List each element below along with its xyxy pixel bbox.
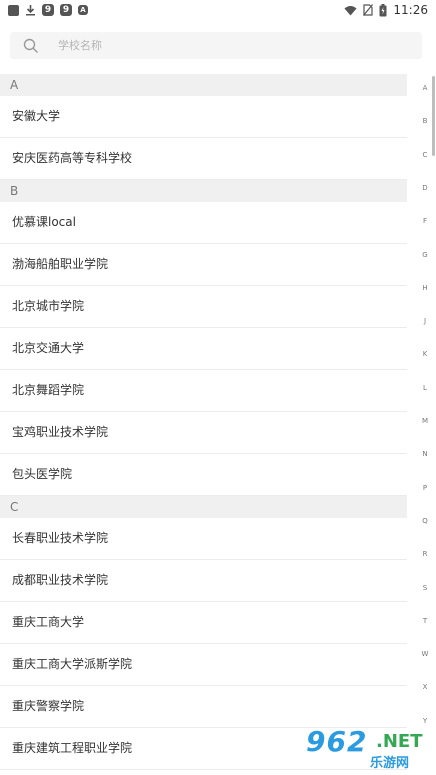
index-letter[interactable]: Q xyxy=(418,517,432,525)
index-letter[interactable]: Y xyxy=(418,717,432,725)
status-right: 11:26 xyxy=(344,3,428,17)
status-left: 9 9 A xyxy=(8,4,88,16)
index-letter[interactable]: X xyxy=(418,683,432,691)
school-list-item[interactable]: 成都职业技术学院 xyxy=(0,560,407,602)
index-letter[interactable]: M xyxy=(418,417,432,425)
school-list-item[interactable]: 安庆医药高等专科学校 xyxy=(0,138,407,180)
watermark-number: 962 xyxy=(306,725,368,758)
school-list-item[interactable]: 长春职业技术学院 xyxy=(0,518,407,560)
app-9-icon: 9 xyxy=(42,4,54,16)
scrollbar-thumb[interactable] xyxy=(432,76,435,156)
school-list-item[interactable]: 北京舞蹈学院 xyxy=(0,370,407,412)
school-list-item[interactable]: 安徽大学 xyxy=(0,96,407,138)
app-square-icon xyxy=(8,4,19,16)
index-letter[interactable]: W xyxy=(418,650,432,658)
status-time: 11:26 xyxy=(393,3,428,17)
index-letter[interactable]: J xyxy=(418,317,432,325)
index-letter[interactable]: L xyxy=(418,384,432,392)
index-letter[interactable]: H xyxy=(418,284,432,292)
index-letter[interactable]: N xyxy=(418,450,432,458)
wifi-icon xyxy=(344,5,357,16)
school-list-item[interactable]: 北京交通大学 xyxy=(0,328,407,370)
search-bar[interactable] xyxy=(10,32,422,59)
school-list-item[interactable]: 北京城市学院 xyxy=(0,286,407,328)
school-list-item[interactable]: 优慕课local xyxy=(0,202,407,244)
section-header-c: C xyxy=(0,496,407,518)
search-input[interactable] xyxy=(58,32,388,59)
download-icon xyxy=(25,4,36,16)
index-letter[interactable]: S xyxy=(418,584,432,592)
battery-charging-icon xyxy=(379,3,387,17)
status-bar: 9 9 A 11:26 xyxy=(0,0,436,20)
index-letter[interactable]: P xyxy=(418,484,432,492)
no-sim-icon xyxy=(363,4,374,16)
index-letter[interactable]: F xyxy=(418,217,432,225)
index-letter[interactable]: B xyxy=(418,117,432,125)
watermark-subtitle: 乐游网 xyxy=(370,756,410,771)
index-letter[interactable]: G xyxy=(418,251,432,259)
search-icon[interactable] xyxy=(16,32,46,59)
school-list: A 安徽大学 安庆医药高等专科学校 B 优慕课local 渤海船舶职业学院 北京城市学院 北京… xyxy=(0,74,407,770)
school-list-item[interactable]: 包头医学院 xyxy=(0,454,407,496)
school-list-item[interactable]: 重庆工商大学派斯学院 xyxy=(0,644,407,686)
section-header-a: A xyxy=(0,74,407,96)
index-letter[interactable]: A xyxy=(418,84,432,92)
school-list-item[interactable]: 渤海船舶职业学院 xyxy=(0,244,407,286)
site-watermark-logo: 962 .NET 乐游网 xyxy=(300,725,432,771)
index-letter[interactable]: K xyxy=(418,350,432,358)
watermark-net: .NET xyxy=(376,731,423,752)
school-list-item[interactable]: 重庆工商大学 xyxy=(0,602,407,644)
app-a-icon: A xyxy=(78,5,88,15)
index-letter[interactable]: C xyxy=(418,151,432,159)
section-header-b: B xyxy=(0,180,407,202)
index-letter[interactable]: D xyxy=(418,184,432,192)
app-9-icon: 9 xyxy=(60,4,72,16)
school-list-item[interactable]: 重庆警察学院 xyxy=(0,686,407,728)
index-letter[interactable]: R xyxy=(418,550,432,558)
school-list-item[interactable]: 宝鸡职业技术学院 xyxy=(0,412,407,454)
index-letter[interactable]: T xyxy=(418,617,432,625)
